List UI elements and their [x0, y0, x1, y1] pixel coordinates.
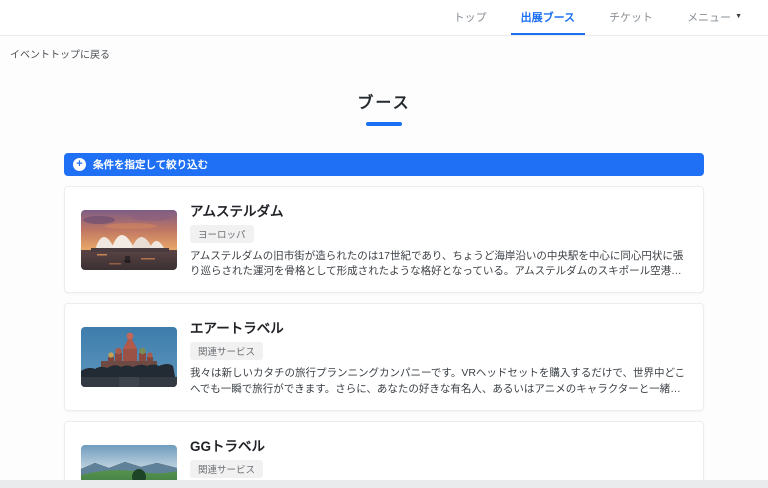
booth-category-tag: ヨーロッパ: [190, 225, 254, 243]
tab-tickets[interactable]: チケット: [599, 0, 663, 35]
booth-description: 我々は新しいカタチの旅行プランニングカンパニーです。VRヘッドセットを購入するだ…: [190, 367, 686, 395]
back-to-event-top-link[interactable]: イベントトップに戻る: [10, 50, 110, 61]
booth-description: アムステルダムの旧市街が造られたのは17世紀であり、ちょうど海岸沿いの中央駅を中…: [190, 250, 684, 278]
booth-category-tag: 関連サービス: [190, 459, 264, 478]
booth-thumbnail-opera-house: [81, 209, 177, 270]
tab-label: トップ: [453, 11, 487, 24]
booth-card-amsterdam[interactable]: アムステルダム ヨーロッパ アムステルダムの旧市街が造られたのは17世紀であり、…: [64, 186, 704, 294]
booth-card-body: GGトラベル 関連サービス 全く新しい形の検索エンジンが登場！GGトラベルはtw…: [190, 435, 687, 480]
caret-down-icon: ▼: [735, 13, 742, 20]
tab-label: チケット: [609, 11, 654, 24]
page-title: ブース: [357, 95, 411, 112]
booth-thumbnail-cathedral: [81, 327, 177, 388]
circle-plus-icon: +: [73, 158, 86, 171]
booth-list-section: + 条件を指定して絞り込む アムステルダム ヨーロッパ アムステルダムの旧市街が…: [64, 153, 704, 480]
tab-label: 出展ブース: [520, 11, 576, 24]
title-block: ブース: [0, 89, 768, 126]
tab-menu[interactable]: メニュー ▼: [677, 0, 752, 35]
filter-bar-button[interactable]: + 条件を指定して絞り込む: [64, 153, 704, 176]
booth-thumbnail-hills: [81, 444, 177, 480]
top-nav: トップ 出展ブース チケット メニュー ▼: [0, 0, 768, 36]
booth-name: アムステルダム: [190, 204, 284, 219]
tab-exhibit-booths[interactable]: 出展ブース: [510, 0, 586, 35]
back-row: イベントトップに戻る: [0, 36, 768, 65]
booth-card-air-travel[interactable]: エアートラベル 関連サービス 我々は新しいカタチの旅行プランニングカンパニーです…: [64, 303, 704, 411]
booth-card-body: エアートラベル 関連サービス 我々は新しいカタチの旅行プランニングカンパニーです…: [190, 317, 687, 396]
page: トップ 出展ブース チケット メニュー ▼ イベントトップに戻る ブース + 条…: [0, 0, 768, 480]
booth-card-body: アムステルダム ヨーロッパ アムステルダムの旧市街が造られたのは17世紀であり、…: [190, 200, 687, 279]
booth-category-tag: 関連サービス: [190, 342, 264, 361]
filter-label: 条件を指定して絞り込む: [93, 159, 209, 171]
booth-card-gg-travel[interactable]: GGトラベル 関連サービス 全く新しい形の検索エンジンが登場！GGトラベルはtw…: [64, 420, 704, 480]
title-underline: [366, 122, 402, 126]
tab-label: メニュー: [687, 11, 732, 24]
booth-name: GGトラベル: [190, 438, 266, 454]
booth-name: エアートラベル: [190, 321, 284, 337]
tab-top[interactable]: トップ: [444, 0, 497, 35]
